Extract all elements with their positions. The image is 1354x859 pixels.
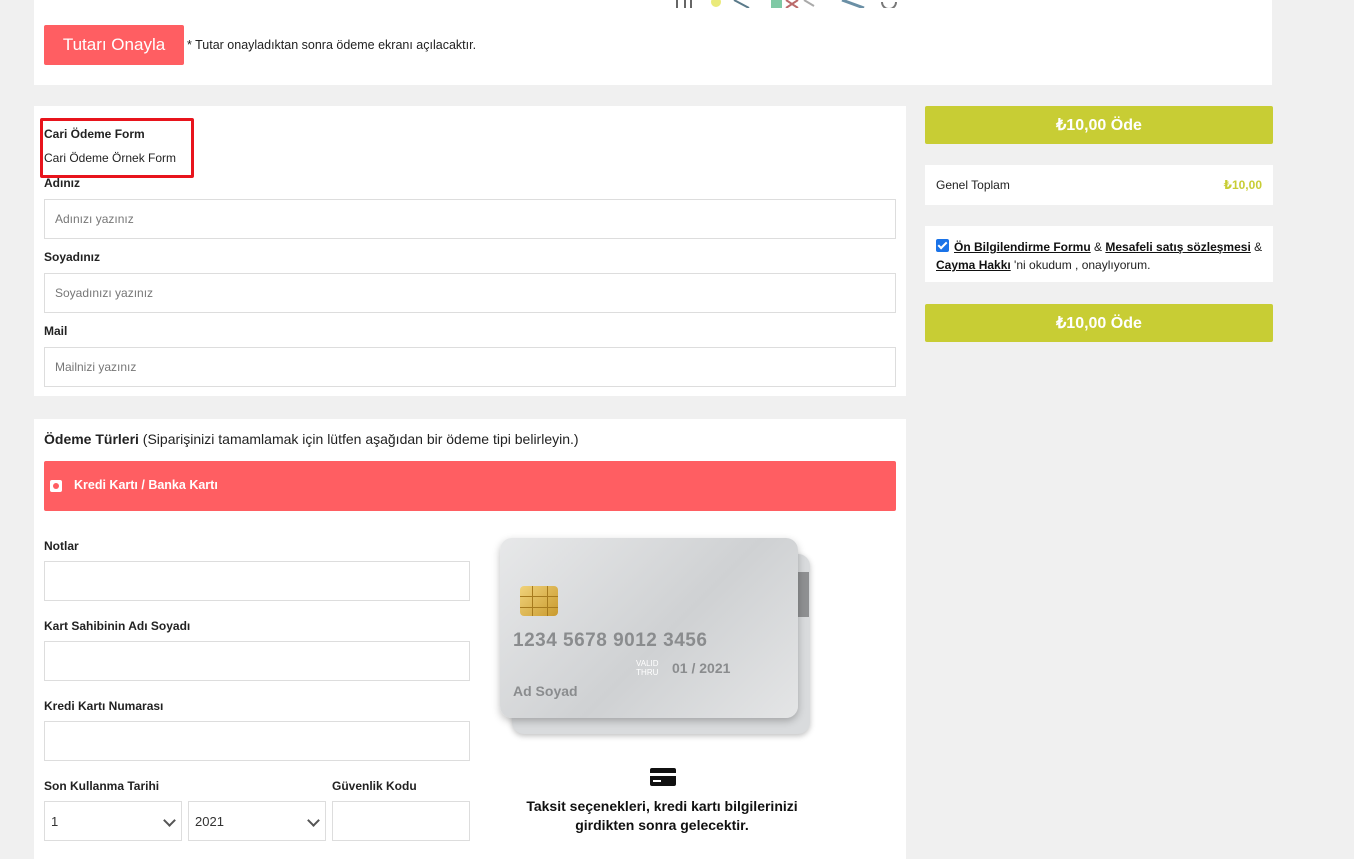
card-number-input[interactable] bbox=[44, 721, 470, 761]
payment-types-heading: Ödeme Türleri bbox=[44, 431, 139, 447]
amount-confirm-panel: Tutarı Onayla * Tutar onayladıktan sonra… bbox=[34, 0, 1272, 85]
pay-button-bottom[interactable]: ₺10,00 Öde bbox=[925, 304, 1273, 342]
card-preview-name: Ad Soyad bbox=[513, 683, 578, 699]
form-subtitle: Cari Ödeme Örnek Form bbox=[44, 151, 177, 165]
agreement-panel: Ön Bilgilendirme Formu & Mesafeli satış … bbox=[925, 226, 1273, 282]
expiry-year-select[interactable]: 2021 bbox=[188, 801, 326, 841]
agreement-suffix: 'ni okudum , onaylıyorum. bbox=[1010, 258, 1151, 272]
notes-label: Notlar bbox=[44, 539, 79, 553]
credit-card-icon bbox=[650, 768, 676, 786]
cvc-input[interactable] bbox=[332, 801, 470, 841]
payment-types-title: Ödeme Türleri (Siparişinizi tamamlamak i… bbox=[44, 431, 579, 447]
confirm-amount-button[interactable]: Tutarı Onayla bbox=[44, 25, 184, 65]
card-holder-label: Kart Sahibinin Adı Soyadı bbox=[44, 619, 191, 633]
credit-card-option[interactable]: Kredi Kartı / Banka Kartı bbox=[44, 461, 896, 511]
card-chip-icon bbox=[520, 586, 558, 616]
card-valid-thru: VALID THRU bbox=[636, 659, 659, 677]
credit-card-option-label: Kredi Kartı / Banka Kartı bbox=[74, 478, 218, 492]
valid-thru-line2: THRU bbox=[636, 668, 659, 677]
card-preview-expiry: 01 / 2021 bbox=[672, 660, 731, 676]
captcha-image bbox=[676, 0, 897, 8]
last-name-input[interactable] bbox=[44, 273, 896, 313]
total-label: Genel Toplam bbox=[936, 178, 1010, 192]
confirm-note: * Tutar onayladıktan sonra ödeme ekranı … bbox=[187, 38, 477, 52]
email-input[interactable] bbox=[44, 347, 896, 387]
pay-button-top[interactable]: ₺10,00 Öde bbox=[925, 106, 1273, 144]
expiry-month-select[interactable]: 1 bbox=[44, 801, 182, 841]
email-label: Mail bbox=[44, 324, 68, 338]
card-front-illustration: 1234 5678 9012 3456 VALID THRU 01 / 2021 … bbox=[500, 538, 798, 718]
card-holder-input[interactable] bbox=[44, 641, 470, 681]
first-name-label: Adınız bbox=[44, 176, 80, 190]
customer-form-panel: Cari Ödeme Form Cari Ödeme Örnek Form Ad… bbox=[34, 106, 906, 396]
valid-thru-line1: VALID bbox=[636, 659, 659, 668]
card-number-label: Kredi Kartı Numarası bbox=[44, 699, 164, 713]
payment-panel: Ödeme Türleri (Siparişinizi tamamlamak i… bbox=[34, 419, 906, 859]
installment-note-line2: girdikten sonra gelecektir. bbox=[575, 817, 749, 833]
agreement-separator: & bbox=[1090, 240, 1106, 254]
card-preview-number: 1234 5678 9012 3456 bbox=[513, 630, 708, 651]
withdrawal-right-link[interactable]: Cayma Hakkı bbox=[936, 258, 1011, 272]
installment-note: Taksit seçenekleri, kredi kartı bilgiler… bbox=[504, 797, 820, 835]
form-title: Cari Ödeme Form bbox=[44, 127, 145, 141]
credit-card-radio[interactable] bbox=[50, 480, 62, 492]
distance-sales-link[interactable]: Mesafeli satış sözleşmesi bbox=[1105, 240, 1250, 254]
card-magstripe bbox=[797, 572, 809, 617]
total-panel: Genel Toplam ₺10,00 bbox=[925, 165, 1273, 205]
last-name-label: Soyadınız bbox=[44, 250, 101, 264]
first-name-input[interactable] bbox=[44, 199, 896, 239]
installment-note-line1: Taksit seçenekleri, kredi kartı bilgiler… bbox=[526, 798, 798, 814]
agreement-text: Ön Bilgilendirme Formu & Mesafeli satış … bbox=[936, 238, 1266, 274]
notes-input[interactable] bbox=[44, 561, 470, 601]
preliminary-info-link[interactable]: Ön Bilgilendirme Formu bbox=[954, 240, 1091, 254]
expiry-label: Son Kullanma Tarihi bbox=[44, 779, 160, 793]
cvc-label: Güvenlik Kodu bbox=[332, 779, 417, 793]
payment-types-hint: (Siparişinizi tamamlamak için lütfen aşa… bbox=[138, 431, 579, 447]
agreement-separator: & bbox=[1250, 240, 1263, 254]
total-value: ₺10,00 bbox=[1223, 178, 1262, 192]
